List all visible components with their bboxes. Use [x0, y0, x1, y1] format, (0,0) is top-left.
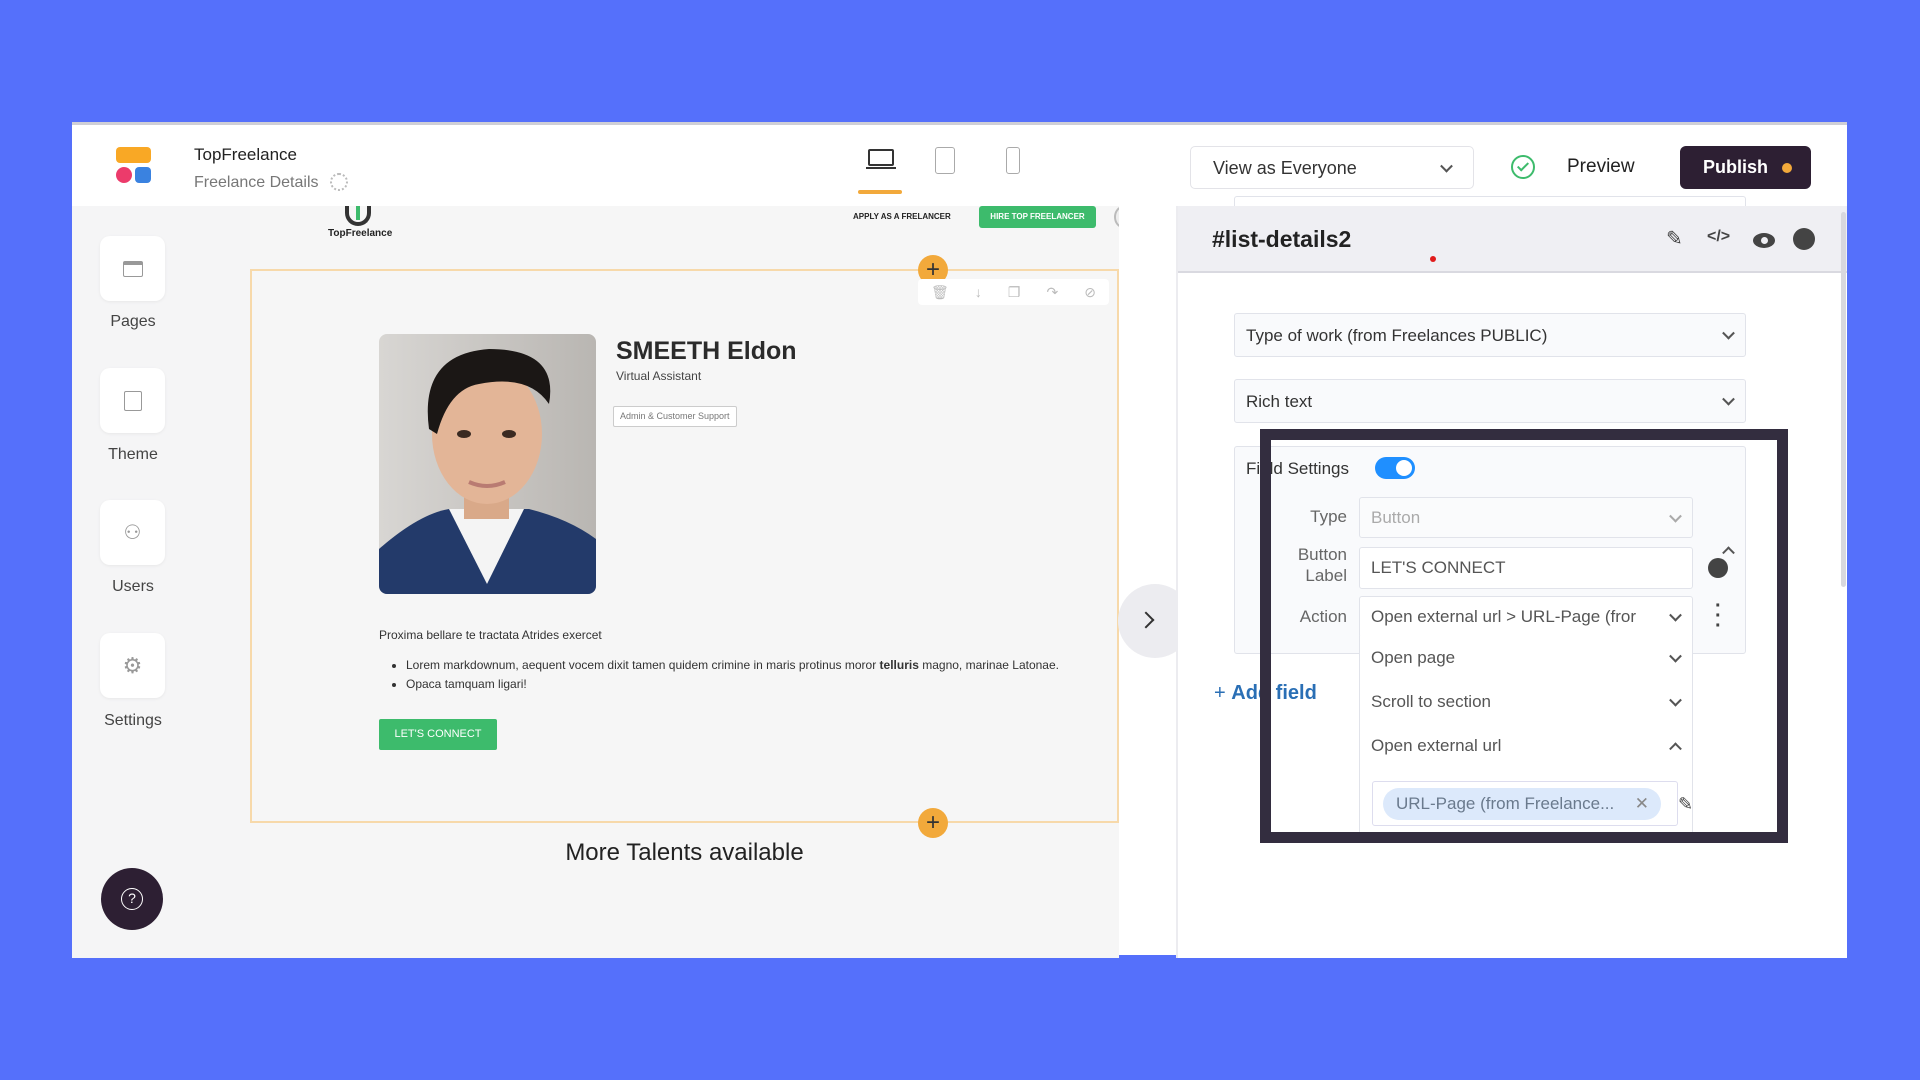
field-label: Rich text — [1246, 392, 1313, 411]
move-down-icon[interactable]: ↓ — [975, 284, 982, 300]
publish-label: Publish — [1703, 157, 1769, 177]
app-name: TopFreelance — [194, 145, 298, 164]
field-type-of-work[interactable]: Type of work (from Freelances PUBLIC) — [1234, 313, 1746, 357]
profile-tag: Admin & Customer Support — [613, 406, 737, 427]
left-sidebar: Pages Theme ⚇ Users ⚙ Settings ? — [72, 206, 250, 958]
highlight-frame — [1260, 429, 1788, 843]
more-talents-heading: More Talents available — [565, 839, 804, 866]
laptop-icon — [868, 149, 894, 166]
theme-icon — [123, 390, 142, 411]
profile-name: SMEETH Eldon — [616, 337, 797, 365]
site-avatar[interactable] — [1114, 206, 1119, 228]
saved-check-icon — [1511, 155, 1535, 179]
add-section-below-button[interactable]: + — [918, 808, 948, 838]
edit-pencil-icon[interactable]: ✎ — [1666, 226, 1683, 251]
hide-icon[interactable]: ⊘ — [1084, 284, 1096, 301]
active-device-indicator — [858, 190, 902, 194]
duplicate-icon[interactable]: ❐ — [1008, 284, 1021, 301]
mobile-icon[interactable] — [1006, 147, 1020, 174]
trash-icon[interactable]: 🗑 — [931, 284, 949, 301]
page-canvas: TopFreelance APPLY AS A FRELANCER HIRE T… — [250, 206, 1119, 958]
question-icon: ? — [121, 888, 143, 910]
chevron-down-icon — [1722, 392, 1735, 406]
field-rich-text[interactable]: Rich text — [1234, 379, 1746, 423]
gear-icon: ⚙ — [122, 652, 143, 678]
sidebar-label-pages: Pages — [110, 313, 156, 330]
panel-header: #list-details2 ✎ </> — [1178, 206, 1847, 273]
sidebar-label-settings: Settings — [104, 712, 162, 729]
panel-title: #list-details2 — [1212, 226, 1352, 252]
bullet-item: Lorem markdownum, aequent vocem dixit ta… — [406, 656, 1059, 675]
unpublished-dot — [1782, 163, 1792, 173]
page-settings-gear-icon[interactable] — [330, 173, 348, 191]
redo-icon[interactable]: ↷ — [1046, 284, 1058, 301]
app-logo — [116, 147, 152, 185]
help-button[interactable]: ? — [101, 868, 163, 930]
site-logo-text: TopFreelance — [328, 228, 393, 239]
nav-hire-button[interactable]: HIRE TOP FREELANCER — [979, 206, 1096, 228]
view-as-value: View as Everyone — [1213, 158, 1357, 178]
users-icon: ⚇ — [123, 522, 142, 544]
sidebar-label-users: Users — [112, 578, 154, 595]
sidebar-item-settings[interactable]: ⚙ — [100, 633, 165, 698]
site-logo[interactable]: TopFreelance — [328, 206, 393, 239]
top-bar: TopFreelance Freelance Details View as E… — [72, 125, 1847, 206]
sidebar-item-theme[interactable] — [100, 368, 165, 433]
bullet-item: Opaca tamquam ligari! — [406, 675, 1059, 694]
section-toolbar: 🗑 ↓ ❐ ↷ ⊘ — [918, 279, 1109, 305]
profile-photo — [379, 334, 596, 594]
red-dot — [1430, 256, 1436, 262]
publish-button[interactable]: Publish — [1680, 146, 1811, 189]
nav-apply-link[interactable]: APPLY AS A FRELANCER — [853, 212, 951, 221]
plus-icon: + — [1214, 682, 1232, 704]
page-name[interactable]: Freelance Details — [194, 174, 319, 192]
chevron-right-icon — [1137, 611, 1155, 629]
sidebar-item-pages[interactable] — [100, 236, 165, 301]
eye-icon[interactable] — [1753, 233, 1775, 248]
palette-icon[interactable] — [1793, 228, 1815, 250]
profile-role: Virtual Assistant — [616, 369, 702, 383]
tablet-icon[interactable] — [935, 147, 955, 174]
pages-icon — [122, 260, 143, 277]
device-desktop-button[interactable] — [866, 145, 896, 177]
view-as-dropdown[interactable]: View as Everyone — [1190, 146, 1474, 189]
chevron-down-icon — [1722, 326, 1735, 340]
field-label: Type of work (from Freelances PUBLIC) — [1246, 326, 1548, 345]
sidebar-label-theme: Theme — [108, 446, 158, 463]
panel-scrollbar[interactable] — [1841, 212, 1846, 587]
preview-button[interactable]: Preview — [1567, 156, 1635, 178]
code-icon[interactable]: </> — [1707, 228, 1730, 246]
app-window: TopFreelance Freelance Details View as E… — [72, 122, 1847, 958]
chevron-down-icon — [1440, 159, 1453, 173]
profile-bullets: Lorem markdownum, aequent vocem dixit ta… — [406, 656, 1059, 694]
profile-paragraph: Proxima bellare te tractata Atrides exer… — [379, 628, 602, 642]
sidebar-item-users[interactable]: ⚇ — [100, 500, 165, 565]
lets-connect-button[interactable]: LET'S CONNECT — [379, 719, 497, 750]
